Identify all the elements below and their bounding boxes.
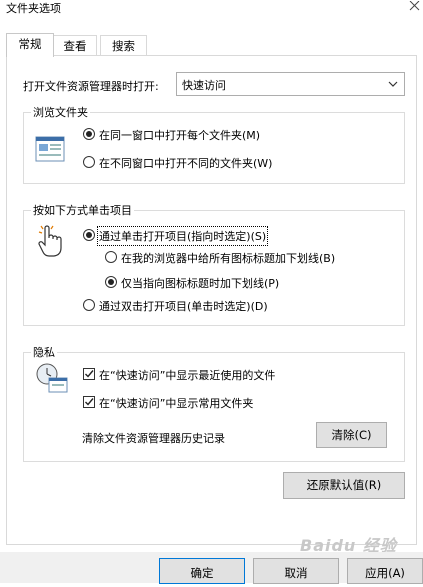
radio-single-click-label: 通过单击打开项目(指向时选定)(S): [96, 226, 269, 246]
tab-search[interactable]: 搜索: [100, 35, 147, 57]
privacy-clock-icon: [36, 363, 68, 393]
ok-button-label: 确定: [190, 566, 214, 580]
open-with-label: 打开文件资源管理器时打开:: [23, 80, 159, 93]
clear-button[interactable]: 清除(C): [316, 422, 387, 448]
radio-double-click-label: 通过双击打开项目(单击时选定)(D): [99, 300, 268, 313]
radio-underline-all[interactable]: [105, 251, 117, 263]
restore-defaults-label: 还原默认值(R): [306, 478, 382, 492]
radio-double-click[interactable]: [83, 299, 95, 311]
radio-single-click[interactable]: [83, 229, 95, 241]
hand-pointer-icon: [38, 225, 62, 257]
radio-new-window[interactable]: [83, 156, 95, 168]
restore-defaults-button[interactable]: 还原默认值(R): [283, 472, 405, 499]
radio-new-window-label: 在不同窗口中打开不同的文件夹(W): [99, 157, 273, 170]
tab-view[interactable]: 查看: [53, 35, 97, 57]
apply-button[interactable]: 应用(A): [347, 558, 423, 584]
chevron-down-icon: [388, 81, 398, 87]
window-title: 文件夹选项: [6, 2, 61, 15]
open-with-select[interactable]: 快速访问: [176, 72, 405, 96]
browse-folders-group: [23, 112, 405, 184]
checkbox-frequent-folders-label: 在“快速访问”中显示常用文件夹: [99, 397, 254, 410]
click-items-title: 按如下方式单击项目: [31, 202, 134, 218]
cancel-button[interactable]: 取消: [253, 558, 339, 584]
apply-button-label: 应用(A): [365, 566, 405, 580]
radio-same-window[interactable]: [83, 128, 95, 140]
tab-view-label: 查看: [63, 39, 87, 53]
tab-search-label: 搜索: [112, 39, 135, 53]
tab-general-label: 常规: [18, 37, 42, 51]
radio-underline-point-label: 仅当指向图标标题时加下划线(P): [121, 277, 280, 290]
browse-folders-title: 浏览文件夹: [31, 104, 90, 120]
radio-underline-all-label: 在我的浏览器中给所有图标标题加下划线(B): [121, 252, 336, 265]
close-icon[interactable]: [407, 1, 421, 11]
ok-button[interactable]: 确定: [159, 558, 245, 584]
tab-general[interactable]: 常规: [6, 33, 54, 57]
checkbox-recent-files[interactable]: [83, 368, 95, 380]
privacy-title: 隐私: [31, 344, 57, 360]
checkbox-frequent-folders[interactable]: [83, 396, 95, 408]
folder-window-icon: [35, 136, 65, 162]
open-with-value: 快速访问: [182, 79, 226, 92]
clear-button-label: 清除(C): [331, 428, 372, 442]
radio-underline-point[interactable]: [105, 276, 117, 288]
cancel-button-label: 取消: [284, 566, 308, 580]
checkbox-recent-files-label: 在“快速访问”中显示最近使用的文件: [99, 369, 276, 382]
clear-history-label: 清除文件资源管理器历史记录: [82, 432, 225, 445]
radio-same-window-label: 在同一窗口中打开每个文件夹(M): [99, 129, 261, 142]
